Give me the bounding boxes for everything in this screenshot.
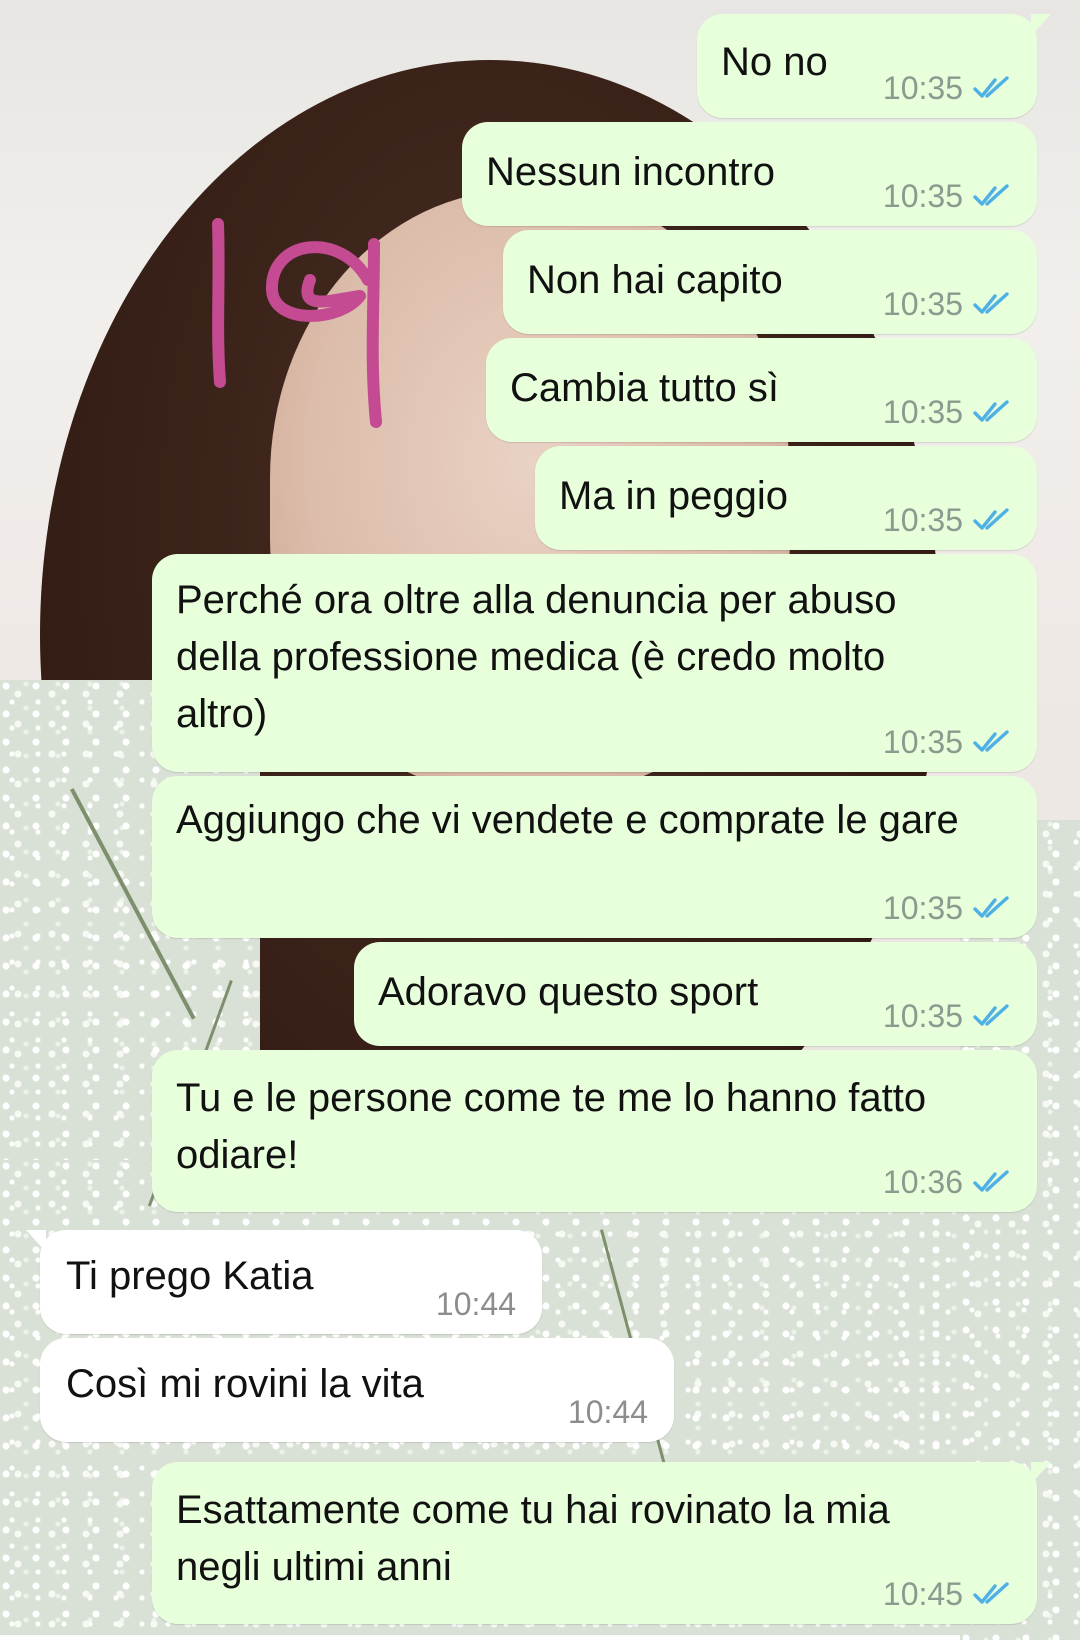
message-meta: 10:35 <box>883 284 1013 324</box>
message-time: 10:35 <box>882 178 963 214</box>
bubble-tail <box>1031 14 1051 36</box>
read-double-check-icon <box>973 400 1009 422</box>
outgoing-message[interactable]: Nessun incontro 10:35 <box>462 122 1037 226</box>
message-meta: 10:35 <box>883 888 1013 928</box>
message-time: 10:35 <box>882 70 963 106</box>
message-meta: 10:35 <box>883 176 1013 216</box>
read-double-check-icon <box>973 730 1009 752</box>
message-meta: 10:36 <box>883 1162 1013 1202</box>
message-time: 10:44 <box>435 1286 516 1322</box>
read-double-check-icon <box>973 508 1009 530</box>
outgoing-message[interactable]: Aggiungo che vi vendete e comprate le ga… <box>152 776 1037 938</box>
message-text: Così mi rovini la vita <box>66 1362 424 1406</box>
message-meta: 10:35 <box>883 68 1013 108</box>
message-text: Aggiungo che vi vendete e comprate le ga… <box>176 798 959 842</box>
outgoing-message[interactable]: Non hai capito 10:35 <box>503 230 1037 334</box>
outgoing-message[interactable]: No no 10:35 <box>697 14 1051 118</box>
message-meta: 10:44 <box>568 1392 648 1432</box>
outgoing-message[interactable]: Tu e le persone come te me lo hanno fatt… <box>152 1050 1037 1212</box>
incoming-message[interactable]: Così mi rovini la vita 10:44 <box>40 1338 674 1442</box>
read-double-check-icon <box>973 896 1009 918</box>
message-time: 10:35 <box>882 394 963 430</box>
message-text: Tu e le persone come te me lo hanno fatt… <box>176 1076 938 1177</box>
message-time: 10:35 <box>882 890 963 926</box>
read-double-check-icon <box>973 1170 1009 1192</box>
handwritten-19-sticker <box>212 218 382 428</box>
read-double-check-icon <box>973 1582 1009 1604</box>
message-time: 10:35 <box>882 998 963 1034</box>
read-double-check-icon <box>973 292 1009 314</box>
message-meta: 10:35 <box>883 996 1013 1036</box>
outgoing-message[interactable]: Cambia tutto sì 10:35 <box>486 338 1037 442</box>
outgoing-message[interactable]: Perché ora oltre alla denuncia per abuso… <box>152 554 1037 772</box>
incoming-message[interactable]: Ti prego Katia 10:44 <box>26 1230 542 1334</box>
bubble-tail <box>1031 1462 1051 1484</box>
message-meta: 10:35 <box>883 722 1013 762</box>
read-double-check-icon <box>973 184 1009 206</box>
message-text: Perché ora oltre alla denuncia per abuso… <box>176 578 908 736</box>
read-double-check-icon <box>973 1004 1009 1026</box>
message-text: Esattamente come tu hai rovinato la mia … <box>176 1488 901 1589</box>
read-double-check-icon <box>973 76 1009 98</box>
outgoing-message[interactable]: Adoravo questo sport 10:35 <box>354 942 1037 1046</box>
outgoing-message[interactable]: Ma in peggio 10:35 <box>535 446 1037 550</box>
message-time: 10:45 <box>882 1576 963 1612</box>
message-meta: 10:44 <box>436 1284 516 1324</box>
bubble-tail <box>26 1230 46 1252</box>
message-meta: 10:35 <box>883 500 1013 540</box>
message-time: 10:35 <box>882 502 963 538</box>
message-meta: 10:35 <box>883 392 1013 432</box>
message-time: 10:36 <box>882 1164 963 1200</box>
outgoing-message[interactable]: Esattamente come tu hai rovinato la mia … <box>152 1462 1051 1624</box>
message-meta: 10:45 <box>883 1574 1013 1614</box>
message-time: 10:44 <box>567 1394 648 1430</box>
message-time: 10:35 <box>882 286 963 322</box>
message-time: 10:35 <box>882 724 963 760</box>
